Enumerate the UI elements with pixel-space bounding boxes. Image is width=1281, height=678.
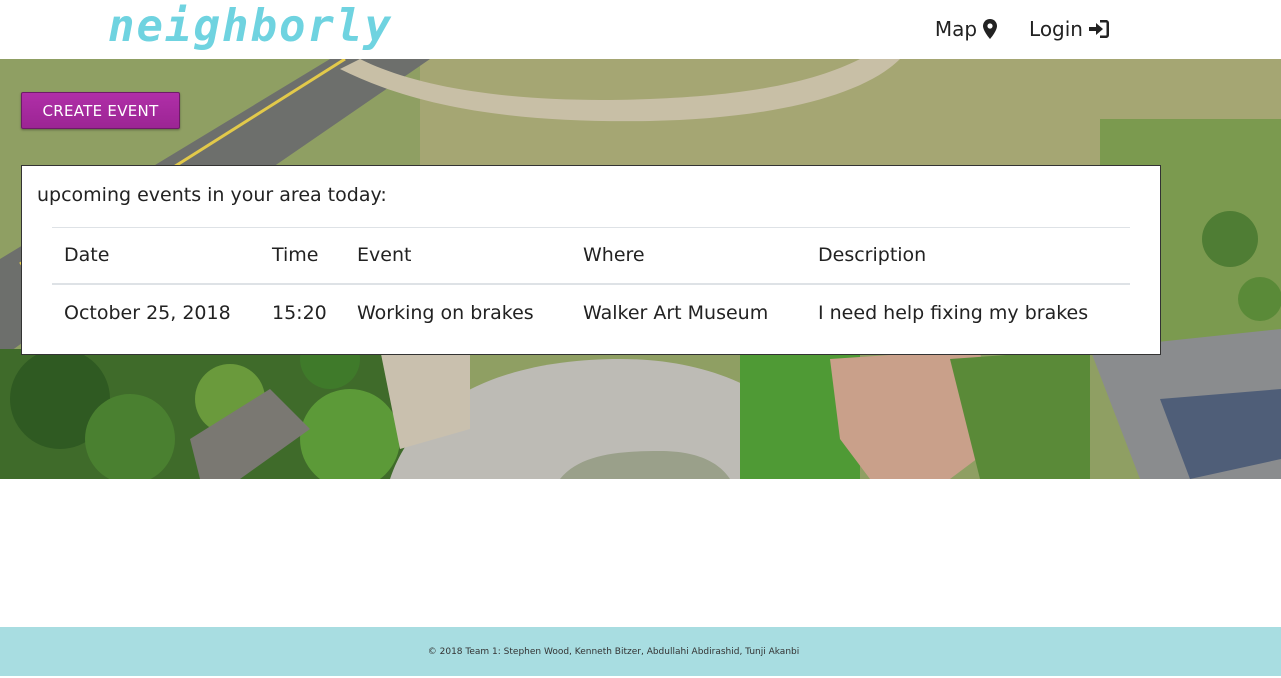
table-row[interactable]: October 25, 2018 15:20 Working on brakes… [52,284,1130,341]
event-description-cell: I need help fixing my brakes [818,301,1089,324]
column-header-event: Event [357,244,412,267]
events-heading: upcoming events in your area today: [37,184,387,206]
page-footer: © 2018 Team 1: Stephen Wood, Kenneth Bit… [0,627,1281,676]
nav-links: Map Login [935,14,1109,44]
nav-map-link[interactable]: Map [934,17,998,41]
column-header-date: Date [64,244,110,267]
event-date-cell: October 25, 2018 [64,301,231,324]
table-header-row: Date Time Event Where Description [52,227,1130,284]
event-time-cell: 15:20 [272,301,327,324]
column-header-where: Where [583,244,645,267]
footer-copyright: © 2018 Team 1: Stephen Wood, Kenneth Bit… [427,646,800,657]
sign-in-icon [1089,20,1109,38]
nav-map-label: Map [934,17,978,41]
nav-login-label: Login [1029,17,1083,41]
hero-section: CREATE EVENT upcoming events in your are… [0,59,1281,479]
event-where-cell: Walker Art Museum [583,301,769,324]
nav-login-link[interactable]: Login [1029,17,1109,41]
map-marker-icon [983,19,998,39]
event-name-cell: Working on brakes [357,301,534,324]
column-header-description: Description [818,244,927,267]
create-event-button[interactable]: CREATE EVENT [21,92,180,129]
top-navbar: neighborly Map Login [0,0,1281,59]
column-header-time: Time [272,244,319,267]
events-table: Date Time Event Where Description Octobe… [52,227,1130,341]
brand-logo[interactable]: neighborly [108,1,393,53]
events-panel: upcoming events in your area today: Date… [21,165,1161,355]
